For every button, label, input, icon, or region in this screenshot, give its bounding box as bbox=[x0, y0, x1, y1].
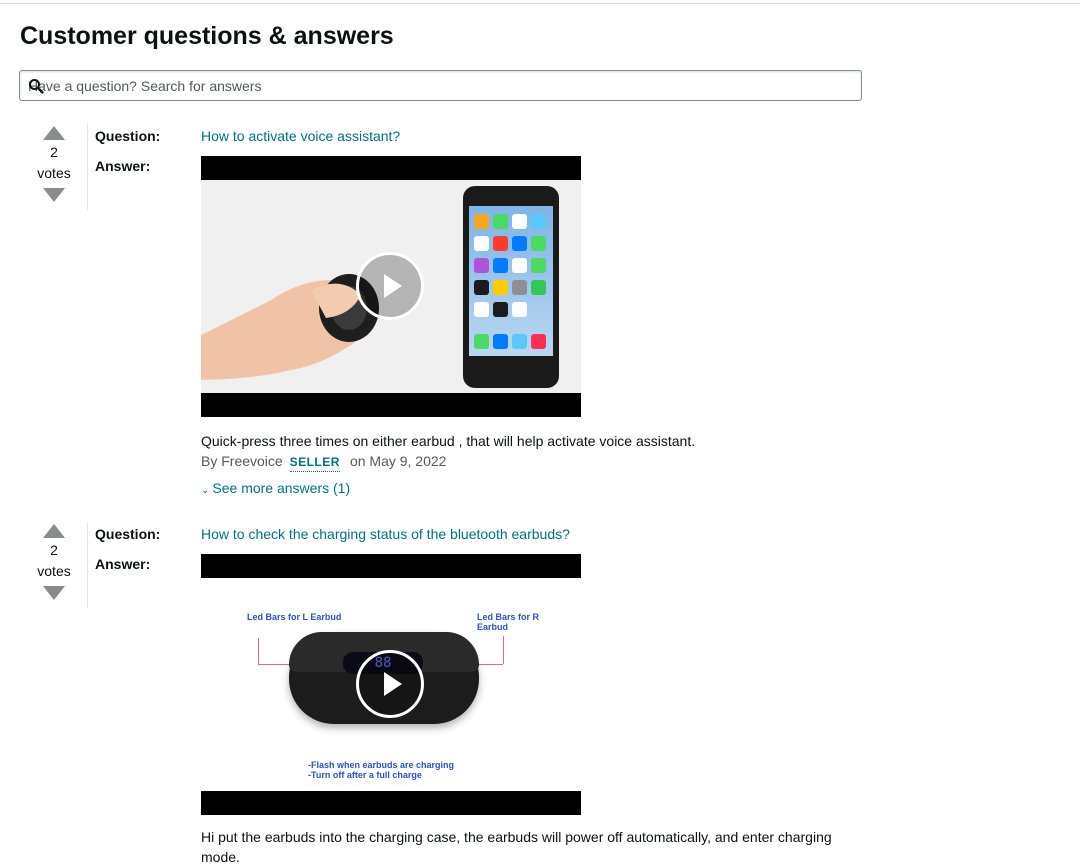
votes-label: votes bbox=[37, 165, 71, 181]
on-label: on bbox=[349, 453, 366, 469]
answer-video[interactable]: Led Bars for L Earbud Led Bars for R Ear… bbox=[201, 554, 581, 815]
question-link[interactable]: How to check the charging status of the … bbox=[201, 526, 570, 542]
search-input[interactable] bbox=[20, 71, 861, 100]
play-icon[interactable] bbox=[356, 252, 424, 320]
answer-text: Quick-press three times on either earbud… bbox=[201, 433, 696, 449]
caption-line-2: -Turn off after a full charge bbox=[308, 770, 422, 780]
search-icon bbox=[29, 79, 44, 94]
question-label: Question: bbox=[95, 526, 161, 542]
vote-divider bbox=[87, 522, 88, 608]
answer-label: Answer: bbox=[95, 158, 151, 174]
answer-text: Hi put the earbuds into the charging cas… bbox=[201, 829, 832, 865]
search-box[interactable] bbox=[19, 70, 862, 101]
top-divider bbox=[0, 3, 1080, 4]
vote-control: 2 votes bbox=[26, 126, 82, 202]
seller-badge[interactable]: SELLER bbox=[289, 453, 340, 472]
upvote-icon[interactable] bbox=[43, 524, 65, 538]
vote-count: 2 bbox=[50, 542, 58, 558]
left-pointer-line bbox=[258, 638, 259, 664]
chevron-down-icon: ⌄ bbox=[201, 485, 210, 496]
play-icon[interactable] bbox=[356, 650, 424, 718]
phone-image bbox=[463, 186, 559, 388]
answer-date: May 9, 2022 bbox=[369, 453, 447, 469]
votes-label: votes bbox=[37, 563, 71, 579]
see-more-label: See more answers (1) bbox=[212, 480, 351, 496]
see-more-answers-link[interactable]: ⌄ See more answers (1) bbox=[201, 480, 350, 496]
vote-count: 2 bbox=[50, 144, 58, 160]
section-title: Customer questions & answers bbox=[20, 22, 394, 50]
vote-control: 2 votes bbox=[26, 524, 82, 600]
vote-divider bbox=[87, 124, 88, 210]
question-label: Question: bbox=[95, 128, 161, 144]
upvote-icon[interactable] bbox=[43, 126, 65, 140]
by-label: By bbox=[201, 453, 218, 469]
question-link[interactable]: How to activate voice assistant? bbox=[201, 128, 400, 144]
caption-line-1: -Flash when earbuds are charging bbox=[308, 760, 455, 770]
left-led-tag: Led Bars for L Earbud bbox=[247, 612, 342, 622]
answer-author: Freevoice bbox=[221, 453, 283, 469]
answer-byline: By Freevoice SELLER on May 9, 2022 bbox=[201, 453, 446, 472]
right-pointer-line bbox=[503, 636, 504, 664]
answer-video[interactable] bbox=[201, 156, 581, 417]
downvote-icon[interactable] bbox=[43, 586, 65, 600]
phone-screen bbox=[469, 206, 553, 356]
right-led-tag: Led Bars for R Earbud bbox=[477, 612, 540, 632]
answer-label: Answer: bbox=[95, 556, 151, 572]
downvote-icon[interactable] bbox=[43, 188, 65, 202]
